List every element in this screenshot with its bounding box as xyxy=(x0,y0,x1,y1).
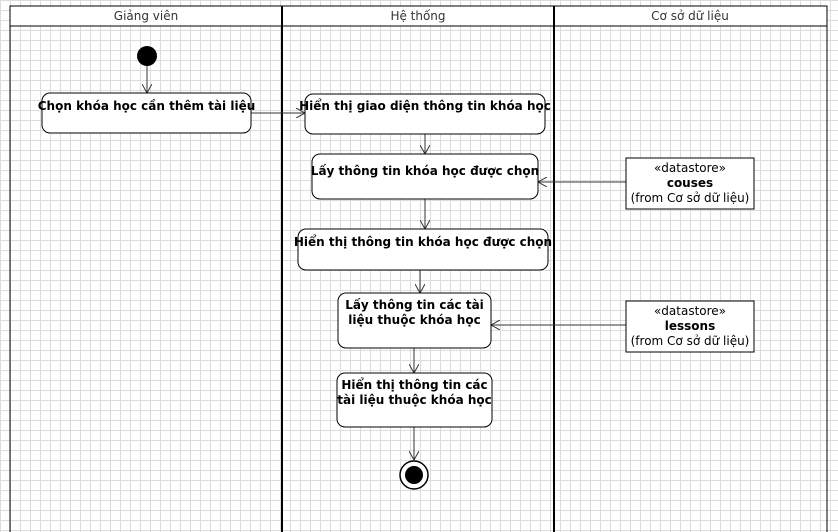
datastore-lessons[interactable]: «datastore» lessons (from Cơ sở dữ liệu) xyxy=(625,300,755,353)
lane-title-lecturer: Giảng viên xyxy=(114,9,178,23)
datastore-stereotype: «datastore» xyxy=(654,161,726,175)
action-label-line-1: Lấy thông tin các tài xyxy=(345,298,484,312)
datastore-couses[interactable]: «datastore» couses (from Cơ sở dữ liệu) xyxy=(625,157,755,210)
action-label-line-2: tài liệu thuộc khóa học xyxy=(337,393,492,407)
action-label: Lấy thông tin khóa học được chọn xyxy=(311,164,539,178)
datastore-source: (from Cơ sở dữ liệu) xyxy=(631,334,750,348)
datastore-source: (from Cơ sở dữ liệu) xyxy=(631,191,750,205)
lane-title-system: Hệ thống xyxy=(390,9,445,23)
action-show-course-ui[interactable]: Hiển thị giao diện thông tin khóa học xyxy=(299,93,551,135)
action-label-line-1: Hiển thị thông tin các xyxy=(341,377,487,392)
action-select-course[interactable]: Chọn khóa học cần thêm tài liệu xyxy=(38,92,256,134)
action-show-selected-course[interactable]: Hiển thị thông tin khóa học được chọn xyxy=(294,228,552,271)
final-node[interactable] xyxy=(399,460,429,490)
final-node-dot xyxy=(405,466,423,484)
action-get-selected-course[interactable]: Lấy thông tin khóa học được chọn xyxy=(311,153,539,200)
action-get-course-lessons[interactable]: Lấy thông tin các tài liệu thuộc khóa họ… xyxy=(337,292,492,349)
datastore-name: couses xyxy=(667,176,713,190)
initial-node[interactable] xyxy=(137,46,157,66)
datastore-name: lessons xyxy=(665,319,715,333)
action-label: Chọn khóa học cần thêm tài liệu xyxy=(38,99,256,113)
action-label: Hiển thị thông tin khóa học được chọn xyxy=(294,234,552,249)
action-label: Hiển thị giao diện thông tin khóa học xyxy=(299,98,551,113)
datastore-stereotype: «datastore» xyxy=(654,304,726,318)
action-show-course-lessons[interactable]: Hiển thị thông tin các tài liệu thuộc kh… xyxy=(336,372,493,428)
lane-title-database: Cơ sở dữ liệu xyxy=(651,9,729,23)
action-label-line-2: liệu thuộc khóa học xyxy=(348,313,480,327)
activity-diagram: Giảng viên Hệ thống Cơ sở dữ liệu Chọn k… xyxy=(9,5,828,532)
